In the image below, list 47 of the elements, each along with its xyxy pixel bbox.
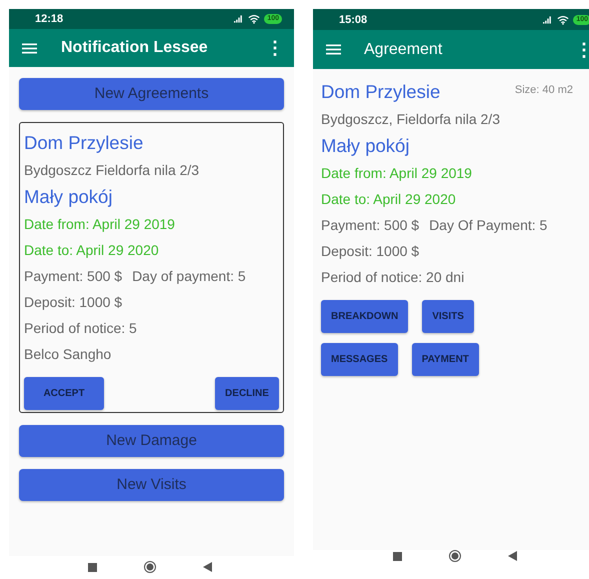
detail-text: Day of payment: 5 — [132, 268, 246, 284]
detail-text: Period of notice: 5 — [24, 320, 137, 336]
home-icon[interactable] — [144, 561, 156, 574]
detail-text: Deposit: 1000 $ — [24, 294, 122, 310]
action-button[interactable]: BREAKDOWN — [321, 300, 408, 333]
heading-text: Dom Przylesie — [24, 132, 144, 154]
action-button[interactable]: MESSAGES — [321, 343, 398, 376]
detail-text: Period of notice: 20 dni — [321, 269, 464, 285]
date-text: Date from: April 29 2019 — [24, 216, 175, 232]
wifi-icon — [248, 14, 260, 24]
recents-icon[interactable] — [88, 562, 97, 572]
more-options-icon[interactable]: ⋮ — [575, 38, 589, 60]
wide-button[interactable]: New Visits — [19, 468, 284, 501]
detail-text: Payment: 500 $ — [24, 268, 122, 284]
menu-icon[interactable] — [326, 44, 341, 55]
home-icon[interactable] — [449, 550, 461, 562]
wide-button[interactable]: New Damage — [19, 424, 284, 457]
screen-title: Agreement — [364, 40, 444, 58]
detail-text: Belco Sangho — [24, 346, 112, 362]
screen-title: Notification Lessee — [61, 39, 209, 58]
detail-text: Day Of Payment: 5 — [429, 217, 548, 233]
status-time: 15:08 — [339, 14, 368, 26]
action-button[interactable]: PAYMENT — [412, 343, 479, 376]
date-text: Date to: April 29 2020 — [24, 242, 159, 258]
detail-text: Bydgoszcz, Fieldorfa nila 2/3 — [321, 111, 500, 127]
detail-text: Bydgoszcz Fieldorfa nila 2/3 — [24, 162, 200, 178]
status-time: 12:18 — [35, 13, 64, 26]
detail-text: Payment: 500 $ — [321, 217, 420, 233]
wifi-icon — [557, 14, 570, 24]
action-button[interactable]: ACCEPT — [24, 376, 104, 410]
date-text: Date to: April 29 2020 — [321, 191, 456, 207]
action-button[interactable]: DECLINE — [215, 376, 279, 410]
recents-icon[interactable] — [393, 552, 402, 560]
heading-text: Mały pokój — [321, 135, 410, 157]
back-icon[interactable] — [508, 551, 517, 561]
detail-text: Deposit: 1000 $ — [321, 243, 420, 259]
date-text: Date from: April 29 2019 — [321, 165, 472, 181]
signal-icon — [543, 16, 554, 24]
more-options-icon[interactable]: ⋮ — [266, 37, 284, 60]
wide-button[interactable]: New Agreements — [19, 78, 284, 110]
heading-text: Mały pokój — [24, 186, 112, 208]
back-icon[interactable] — [203, 562, 212, 572]
heading-text: Dom Przylesie — [321, 81, 440, 103]
size-text: Size: 40 m2 — [514, 84, 573, 96]
menu-icon[interactable] — [22, 42, 37, 54]
signal-icon — [234, 15, 244, 24]
action-button[interactable]: VISITS — [422, 300, 474, 333]
